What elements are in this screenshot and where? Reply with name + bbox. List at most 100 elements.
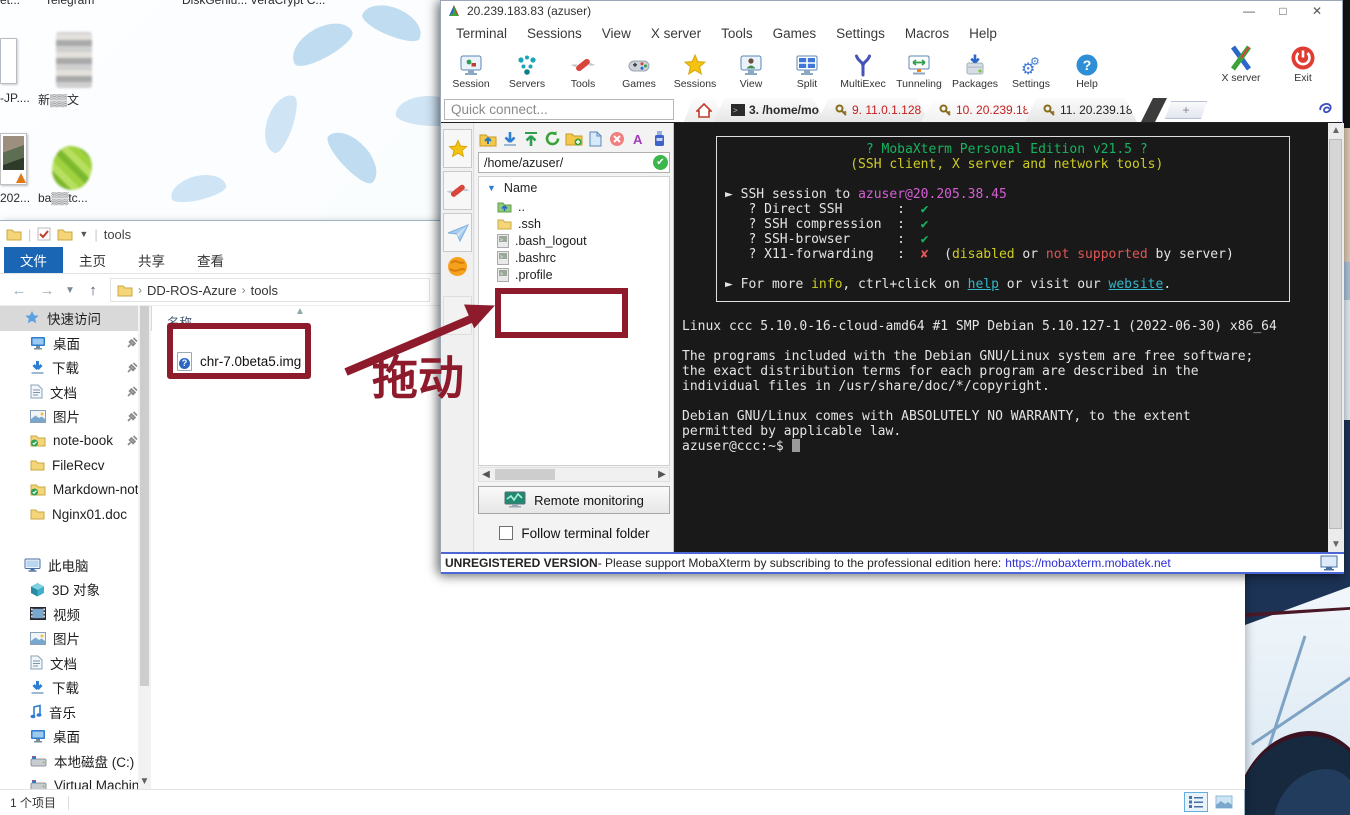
new-folder-icon[interactable] bbox=[565, 129, 583, 148]
breadcrumb[interactable]: › DD-ROS-Azure › tools bbox=[110, 278, 430, 302]
remote-entry-profile[interactable]: >_.profile bbox=[479, 266, 669, 283]
remote-monitoring-button[interactable]: Remote monitoring bbox=[478, 486, 670, 514]
follow-terminal-folder[interactable]: Follow terminal folder bbox=[475, 521, 674, 545]
sidebar-item-nginx01-doc[interactable]: Nginx01.doc bbox=[0, 502, 152, 527]
menu-tools[interactable]: Tools bbox=[711, 26, 763, 41]
ribbon-tab-共享[interactable]: 共享 bbox=[122, 247, 181, 273]
toolbar-games-button[interactable]: Games bbox=[611, 45, 667, 97]
scrollbar-thumb[interactable] bbox=[140, 306, 149, 686]
scroll-down-icon[interactable]: ▼ bbox=[1328, 539, 1344, 550]
sessions-star-button[interactable] bbox=[443, 129, 472, 168]
sidebar-item-note-book[interactable]: note-book bbox=[0, 429, 152, 454]
ribbon-tab-主页[interactable]: 主页 bbox=[63, 247, 122, 273]
menu-games[interactable]: Games bbox=[763, 26, 827, 41]
sidebar-item-文档[interactable]: 文档 bbox=[0, 651, 152, 676]
breadcrumb-segment[interactable]: tools bbox=[251, 283, 278, 298]
go-up-icon[interactable] bbox=[479, 129, 497, 148]
toolbar-multiexec-button[interactable]: MultiExec bbox=[835, 45, 891, 97]
history-dropdown-icon[interactable]: ▼ bbox=[64, 285, 76, 296]
new-tab-button[interactable]: + bbox=[1165, 101, 1207, 119]
sidebar-item-桌面[interactable]: 桌面 bbox=[0, 724, 152, 749]
menu-x-server[interactable]: X server bbox=[641, 26, 711, 41]
menu-macros[interactable]: Macros bbox=[895, 26, 959, 41]
toolbar-tools-button[interactable]: Tools bbox=[555, 45, 611, 97]
up-button[interactable]: ↑ bbox=[82, 282, 104, 299]
details-view-button[interactable] bbox=[1184, 792, 1208, 812]
download-icon[interactable] bbox=[500, 129, 518, 148]
scrollbar-thumb[interactable] bbox=[495, 469, 555, 480]
sidebar-item-virtual-machine[interactable]: Virtual Machine bbox=[0, 773, 152, 789]
rename-icon[interactable]: A bbox=[629, 129, 647, 148]
sidebar-item-桌面[interactable]: 桌面 bbox=[0, 331, 152, 356]
terminal-scrollbar[interactable]: ▲ ▼ bbox=[1328, 123, 1344, 552]
sidebar-scrollbar[interactable]: ▼ bbox=[138, 306, 151, 789]
menu-sessions[interactable]: Sessions bbox=[517, 26, 592, 41]
session-tab-9-11-0-1-128[interactable]: 9. 11.0.1.128✕ bbox=[817, 98, 929, 122]
remote-entry-bashrc[interactable]: >_.bashrc bbox=[479, 249, 669, 266]
refresh-icon[interactable] bbox=[543, 129, 561, 148]
desktop-icon-blurred[interactable] bbox=[56, 32, 92, 88]
sidebar-item-3d-对象[interactable]: 3D 对象 bbox=[0, 577, 152, 602]
follow-checkbox[interactable] bbox=[499, 526, 513, 540]
toolbar-tunneling-button[interactable]: Tunneling bbox=[891, 45, 947, 97]
menu-settings[interactable]: Settings bbox=[826, 26, 895, 41]
back-button[interactable]: ← bbox=[8, 282, 30, 299]
menu-terminal[interactable]: Terminal bbox=[446, 26, 517, 41]
sidebar-item-音乐[interactable]: 音乐 bbox=[0, 700, 152, 725]
toolbar-packages-button[interactable]: Packages bbox=[947, 45, 1003, 97]
toolbar-view-button[interactable]: View bbox=[723, 45, 779, 97]
sidebar-item-此电脑[interactable]: 此电脑 bbox=[0, 553, 152, 578]
maximize-button[interactable]: □ bbox=[1266, 1, 1300, 21]
globe-button[interactable] bbox=[447, 256, 468, 277]
sidebar-item-图片[interactable]: 图片 bbox=[0, 626, 152, 651]
delete-icon[interactable] bbox=[608, 129, 626, 148]
ribbon-tab-查看[interactable]: 查看 bbox=[181, 247, 240, 273]
sidebar-item-markdown-not[interactable]: Markdown-not bbox=[0, 478, 152, 503]
remote-path-input[interactable] bbox=[478, 152, 670, 173]
desktop-icon-photo[interactable] bbox=[0, 133, 27, 185]
remote-entry-bash-logout[interactable]: >_.bash_logout bbox=[479, 232, 669, 249]
forward-button[interactable]: → bbox=[36, 282, 58, 299]
sidebar-item-下载[interactable]: 下载 bbox=[0, 675, 152, 700]
session-tab-3-home-mo[interactable]: >3. /home/mo✕ bbox=[713, 98, 825, 122]
mobaxterm-titlebar[interactable]: 20.239.183.83 (azuser) — □ ✕ bbox=[441, 1, 1342, 21]
toolbar-settings-button[interactable]: ⚙⚙Settings bbox=[1003, 45, 1059, 97]
session-tab-11-20-239-18[interactable]: 11. 20.239.18✕ bbox=[1025, 98, 1137, 122]
quick-access-check-icon[interactable] bbox=[37, 227, 51, 241]
toolbar-help-button[interactable]: ?Help bbox=[1059, 45, 1115, 97]
scroll-left-icon[interactable]: ◀ bbox=[479, 469, 493, 480]
session-tab-10-20-239-18[interactable]: 10. 20.239.18✕ bbox=[921, 98, 1033, 122]
sidebar-item-文档[interactable]: 文档 bbox=[0, 380, 152, 405]
sidebar-item-本地磁盘-c[interactable]: 本地磁盘 (C:) bbox=[0, 749, 152, 774]
paperclip-icon[interactable] bbox=[1316, 99, 1336, 119]
remote-entry-ssh[interactable]: .ssh bbox=[479, 215, 669, 232]
new-file-icon[interactable] bbox=[586, 129, 604, 148]
toolbar-exit-button[interactable]: Exit bbox=[1272, 45, 1334, 84]
remote-entry-[interactable]: .. bbox=[479, 198, 669, 215]
menu-help[interactable]: Help bbox=[959, 26, 1007, 41]
file-panel-hscrollbar[interactable]: ◀ ▶ bbox=[478, 467, 670, 482]
scroll-down-icon[interactable]: ▼ bbox=[138, 776, 151, 787]
paper-plane-button[interactable] bbox=[443, 213, 472, 252]
sidebar-item-图片[interactable]: 图片 bbox=[0, 404, 152, 429]
upgrade-link[interactable]: https://mobaxterm.mobatek.net bbox=[1005, 556, 1170, 570]
upload-icon[interactable] bbox=[522, 129, 540, 148]
tree-header[interactable]: ▼ Name bbox=[479, 177, 669, 198]
toolbar-split-button[interactable]: Split bbox=[779, 45, 835, 97]
sidebar-item-下载[interactable]: 下载 bbox=[0, 355, 152, 380]
desktop-icon-document[interactable] bbox=[0, 38, 17, 84]
close-button[interactable]: ✕ bbox=[1300, 1, 1334, 21]
usb-device-icon[interactable] bbox=[651, 129, 669, 148]
toolbar-servers-button[interactable]: Servers bbox=[499, 45, 555, 97]
terminal[interactable]: ? MobaXterm Personal Edition v21.5 ? (SS… bbox=[674, 123, 1328, 552]
qat-dropdown-icon[interactable]: ▼ bbox=[79, 229, 88, 239]
thumbnail-view-button[interactable] bbox=[1212, 792, 1236, 812]
scroll-right-icon[interactable]: ▶ bbox=[655, 469, 669, 480]
collapse-icon[interactable]: ▼ bbox=[487, 183, 496, 193]
ribbon-tab-文件[interactable]: 文件 bbox=[4, 247, 63, 273]
scrollbar-thumb[interactable] bbox=[1329, 139, 1342, 529]
tools-knife-button[interactable] bbox=[443, 171, 472, 210]
breadcrumb-segment[interactable]: DD-ROS-Azure bbox=[147, 283, 237, 298]
toolbar-x-server-button[interactable]: X server bbox=[1210, 45, 1272, 84]
minimize-button[interactable]: — bbox=[1232, 1, 1266, 21]
